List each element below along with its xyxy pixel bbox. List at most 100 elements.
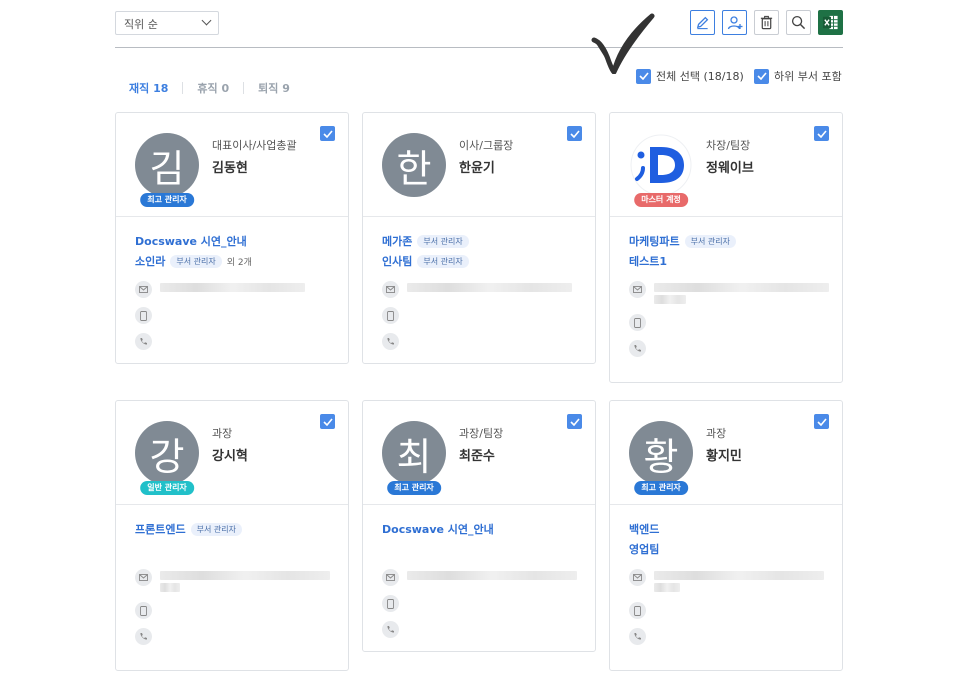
email-row: [629, 281, 842, 307]
member-checkbox[interactable]: [567, 126, 582, 141]
mail-icon: [382, 281, 399, 298]
member-card[interactable]: 최 최고 관리자 과장/팀장 최준수 Docswave 시연_안내: [362, 400, 596, 652]
docswave-logo-icon: [630, 134, 692, 196]
member-card[interactable]: 강 일반 관리자 과장 강시혁 프론트엔드 부서 관리자: [115, 400, 349, 671]
tab-divider: [182, 82, 184, 94]
member-name: 김동현: [212, 161, 248, 176]
dept-name[interactable]: Docswave 시연_안내: [135, 233, 247, 249]
phone-icon: [382, 621, 399, 638]
mobile-icon: [382, 595, 399, 612]
dept-name[interactable]: 테스트1: [629, 253, 667, 269]
dept-name[interactable]: 메가존: [382, 233, 412, 249]
phone-icon: [135, 333, 152, 350]
mobile-icon: [629, 602, 646, 619]
role-badge: 일반 관리자: [140, 481, 194, 495]
avatar: 한: [382, 133, 446, 197]
member-checkbox[interactable]: [567, 414, 582, 429]
mail-icon: [135, 569, 152, 586]
include-sub-label: 하위 부서 포함: [774, 70, 842, 83]
role-badge: 최고 관리자: [140, 193, 194, 207]
mail-icon: [629, 569, 646, 586]
redacted-email: [654, 283, 829, 307]
mail-icon: [382, 569, 399, 586]
search-button[interactable]: [786, 10, 811, 35]
search-icon: [791, 15, 806, 30]
dept-admin-badge: 부서 관리자: [417, 254, 469, 268]
mobile-row: [629, 314, 842, 331]
email-row: [629, 569, 842, 595]
dept-admin-badge: 부서 관리자: [417, 234, 469, 248]
phone-icon: [629, 628, 646, 645]
trash-icon: [760, 15, 773, 30]
mail-icon: [135, 281, 152, 298]
avatar: 최: [382, 421, 446, 485]
role-badge: 최고 관리자: [634, 481, 688, 495]
member-checkbox[interactable]: [320, 414, 335, 429]
mobile-icon: [382, 307, 399, 324]
mobile-icon: [629, 314, 646, 331]
redacted-email: [407, 571, 577, 583]
excel-export-button[interactable]: [818, 10, 843, 35]
avatar: 황: [629, 421, 693, 485]
dept-name[interactable]: 인사팀: [382, 253, 412, 269]
select-all-label: 전체 선택 (18/18): [656, 70, 744, 83]
action-toolbar: [690, 10, 843, 35]
dept-name[interactable]: 마케팅파트: [629, 233, 680, 249]
toolbar-divider: [115, 47, 843, 48]
dept-admin-badge: 부서 관리자: [170, 254, 222, 268]
include-sub-option[interactable]: 하위 부서 포함: [754, 68, 842, 84]
phone-icon: [629, 340, 646, 357]
tab-divider: [243, 82, 245, 94]
tab-retired[interactable]: 퇴직 9: [258, 80, 290, 96]
member-checkbox[interactable]: [814, 414, 829, 429]
dept-name[interactable]: 백엔드: [629, 521, 659, 537]
member-position: 과장: [212, 427, 233, 440]
excel-icon: [822, 15, 838, 30]
select-all-checkbox[interactable]: [636, 68, 651, 84]
phone-row: [135, 333, 348, 350]
dept-row: 인사팀 부서 관리자: [382, 251, 595, 271]
include-sub-checkbox[interactable]: [754, 68, 769, 84]
tab-leave[interactable]: 휴직 0: [197, 80, 229, 96]
phone-icon: [382, 333, 399, 350]
dept-row: 프론트엔드 부서 관리자: [135, 519, 348, 539]
delete-button[interactable]: [754, 10, 779, 35]
edit-icon: [696, 16, 709, 30]
role-badge: 최고 관리자: [387, 481, 441, 495]
mobile-row: [135, 602, 348, 619]
dept-name[interactable]: 소인라: [135, 253, 165, 269]
checkmark-icon: [591, 13, 655, 74]
add-user-button[interactable]: [722, 10, 747, 35]
redacted-email: [160, 571, 330, 595]
sort-select[interactable]: 직위 순: [115, 11, 219, 35]
redacted-email: [407, 283, 572, 295]
tab-employed[interactable]: 재직 18: [129, 80, 168, 96]
select-all-option[interactable]: 전체 선택 (18/18): [636, 68, 744, 84]
dept-row: Docswave 시연_안내: [135, 231, 348, 251]
member-position: 과장/팀장: [459, 427, 504, 440]
edit-button[interactable]: [690, 10, 715, 35]
redacted-email: [160, 283, 305, 295]
email-row: [382, 569, 595, 586]
member-card[interactable]: 한 이사/그룹장 한윤기 메가존 부서 관리자 인사팀 부서 관리자: [362, 112, 596, 364]
mobile-row: [382, 595, 595, 612]
dept-name[interactable]: 영업팀: [629, 541, 659, 557]
dept-name[interactable]: Docswave 시연_안내: [382, 521, 494, 537]
member-checkbox[interactable]: [320, 126, 335, 141]
member-card[interactable]: 황 최고 관리자 과장 황지민 백엔드 영업팀: [609, 400, 843, 671]
member-card[interactable]: 마스터 계정 차장/팀장 정웨이브 마케팅파트 부서 관리자 테스트1: [609, 112, 843, 383]
dept-name[interactable]: 프론트엔드: [135, 521, 186, 537]
dept-admin-badge: 부서 관리자: [190, 522, 242, 536]
mobile-row: [135, 307, 348, 324]
mobile-icon: [135, 307, 152, 324]
mail-icon: [629, 281, 646, 298]
dept-row: Docswave 시연_안내: [382, 519, 595, 539]
mobile-row: [382, 307, 595, 324]
member-checkbox[interactable]: [814, 126, 829, 141]
status-tabs: 재직 18 휴직 0 퇴직 9: [129, 80, 290, 96]
email-row: [135, 569, 348, 595]
avatar: [629, 133, 693, 197]
member-card[interactable]: 김 최고 관리자 대표이사/사업총괄 김동현 Docswave 시연_안내 소인…: [115, 112, 349, 364]
member-name: 최준수: [459, 449, 495, 464]
member-name: 정웨이브: [706, 161, 754, 176]
